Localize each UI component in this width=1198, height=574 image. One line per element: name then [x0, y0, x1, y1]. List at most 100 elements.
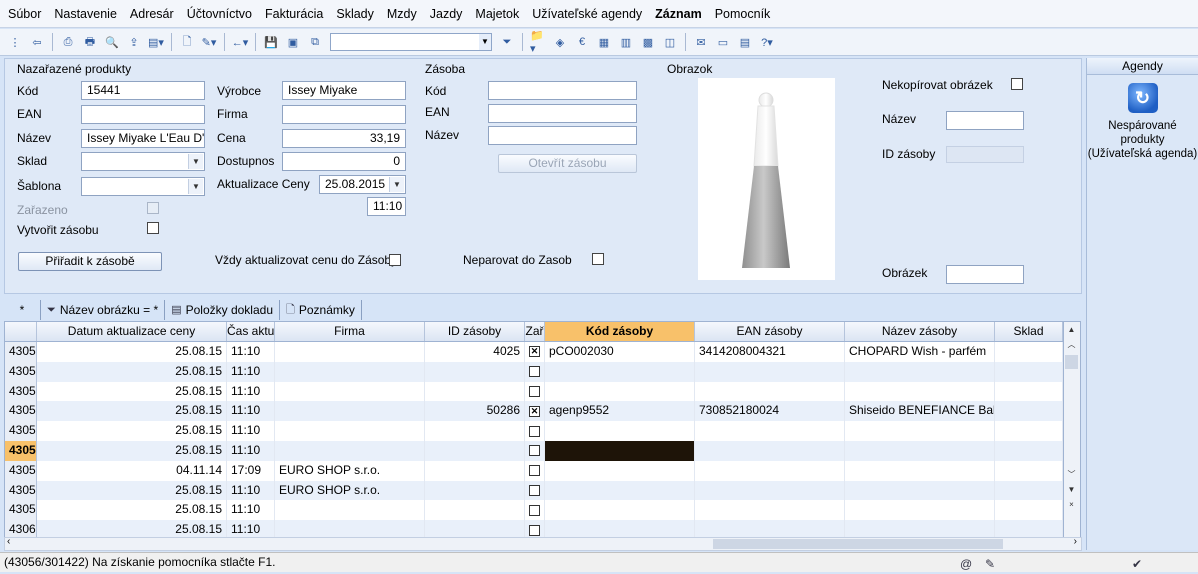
message-icon[interactable]: ✉: [693, 34, 709, 50]
table-row[interactable]: 4305625.08.1511:10: [5, 440, 1063, 461]
export-icon[interactable]: ⇪: [126, 34, 142, 50]
row-id-cell[interactable]: 43056: [5, 440, 37, 461]
money-icon[interactable]: ◈: [552, 34, 568, 50]
menu-sklady[interactable]: Sklady: [336, 7, 374, 21]
kod-zasoby-cell[interactable]: [545, 500, 695, 521]
notes-icon[interactable]: ▤: [737, 34, 753, 50]
nazev-zasoby-cell[interactable]: Shiseido BENEFIANCE Bal: [845, 401, 995, 422]
row-id-cell[interactable]: 43058: [5, 480, 37, 501]
zarazeno-cell[interactable]: [525, 381, 545, 402]
nazev-zasoby-cell[interactable]: [845, 361, 995, 382]
nazev-zasoby-cell[interactable]: [845, 440, 995, 461]
cash-register-icon[interactable]: ▩: [640, 34, 656, 50]
menu-subor[interactable]: Súbor: [8, 7, 41, 21]
chevron-down-icon[interactable]: ▼: [188, 179, 203, 194]
nazev-obrazku-field[interactable]: [946, 111, 1024, 130]
vertical-scrollbar[interactable]: ▲ ︿ ﹀ ▼ ×: [1064, 321, 1081, 538]
scroll-close-icon[interactable]: ×: [1064, 497, 1079, 512]
date-cell[interactable]: 25.08.15: [37, 401, 227, 422]
table-row[interactable]: 4305704.11.1417:09EURO SHOP s.r.o.: [5, 460, 1063, 481]
date-cell[interactable]: 25.08.15: [37, 480, 227, 501]
row-id-cell[interactable]: 43054: [5, 401, 37, 422]
zasoba-kod-field[interactable]: [488, 81, 637, 100]
chevron-down-icon[interactable]: ▼: [188, 154, 203, 169]
tab-document-items[interactable]: ▤ Položky dokladu: [165, 300, 280, 320]
help-pointer-icon[interactable]: ?▾: [759, 34, 775, 50]
kod-zasoby-cell[interactable]: [545, 361, 695, 382]
table-row[interactable]: 4305525.08.1511:10: [5, 421, 1063, 441]
id-zasoby-cell[interactable]: [425, 421, 525, 441]
always-update-checkbox[interactable]: [389, 254, 401, 266]
window-icon[interactable]: ▭: [715, 34, 731, 50]
open-stock-button[interactable]: Otevřít zásobu: [498, 154, 637, 173]
ean-zasoby-cell[interactable]: [695, 440, 845, 461]
table-row[interactable]: 4306025.08.1511:10: [5, 520, 1063, 537]
save-as-icon[interactable]: ▣: [285, 34, 301, 50]
scroll-thumb[interactable]: [1065, 355, 1078, 369]
col-rowid[interactable]: [5, 322, 37, 341]
menu-majetok[interactable]: Majetok: [475, 7, 519, 21]
edit-icon[interactable]: ✎▾: [201, 34, 217, 50]
zarazeno-checkbox[interactable]: [529, 425, 540, 437]
scroll-up-icon[interactable]: ︿: [1064, 337, 1079, 352]
zasoba-nazev-field[interactable]: [488, 126, 637, 145]
zarazeno-cell[interactable]: [525, 500, 545, 521]
ean-zasoby-cell[interactable]: 730852180024: [695, 401, 845, 422]
menu-nastavenie[interactable]: Nastavenie: [54, 7, 117, 21]
scroll-down-icon[interactable]: ﹀: [1064, 467, 1079, 482]
sklad-cell[interactable]: [995, 520, 1063, 537]
menu-pomocnik[interactable]: Pomocník: [715, 7, 771, 21]
print-preview-icon[interactable]: 🔍: [104, 34, 120, 50]
col-kod-zasoby[interactable]: Kód zásoby: [545, 322, 695, 341]
ean-field[interactable]: [81, 105, 205, 124]
time-cell[interactable]: 11:10: [227, 440, 275, 461]
kod-zasoby-cell[interactable]: [545, 480, 695, 501]
kod-zasoby-cell[interactable]: pCO002030: [545, 342, 695, 362]
nazev-zasoby-cell[interactable]: [845, 480, 995, 501]
firma-cell[interactable]: EURO SHOP s.r.o.: [275, 460, 425, 481]
iban-icon[interactable]: ◫: [662, 34, 678, 50]
table-row[interactable]: 4305825.08.1511:10EURO SHOP s.r.o.: [5, 480, 1063, 501]
zarazeno-checkbox[interactable]: ✕: [529, 346, 540, 358]
calendar-icon[interactable]: ▦: [596, 34, 612, 50]
nekopirovat-checkbox[interactable]: [1011, 78, 1023, 90]
kod-zasoby-cell[interactable]: [545, 460, 695, 481]
kod-zasoby-cell[interactable]: [545, 440, 695, 461]
col-zarazeno[interactable]: Zař: [525, 322, 545, 341]
nazev-zasoby-cell[interactable]: [845, 500, 995, 521]
ean-zasoby-cell[interactable]: [695, 381, 845, 402]
calculator-icon[interactable]: ▥: [618, 34, 634, 50]
row-id-cell[interactable]: 43057: [5, 460, 37, 481]
menu-uzivatelske-agendy[interactable]: Užívateľské agendy: [532, 7, 642, 21]
table-row[interactable]: 4305225.08.1511:10: [5, 361, 1063, 382]
firma-field[interactable]: [282, 105, 406, 124]
col-date[interactable]: Datum aktualizace ceny: [37, 322, 227, 341]
ean-zasoby-cell[interactable]: [695, 421, 845, 441]
id-zasoby-cell[interactable]: 4025: [425, 342, 525, 362]
row-id-cell[interactable]: 43059: [5, 500, 37, 521]
menu-adresar[interactable]: Adresár: [130, 7, 174, 21]
id-zasoby-cell[interactable]: [425, 440, 525, 461]
id-zasoby-cell[interactable]: 50286: [425, 401, 525, 422]
col-id-zasoby[interactable]: ID zásoby: [425, 322, 525, 341]
horizontal-scrollbar[interactable]: ‹ ›: [4, 536, 1082, 551]
menu-uctovnictvo[interactable]: Účtovníctvo: [187, 7, 252, 21]
folder-icon[interactable]: 📁▾: [530, 30, 546, 55]
sklad-cell[interactable]: [995, 500, 1063, 521]
kod-zasoby-cell[interactable]: [545, 520, 695, 537]
sklad-cell[interactable]: [995, 361, 1063, 382]
print-options-icon[interactable]: ▤▾: [148, 34, 164, 50]
aktualizace-date-picker[interactable]: 25.08.2015 ▼: [319, 175, 406, 194]
zarazeno-cell[interactable]: [525, 480, 545, 501]
id-zasoby-cell[interactable]: [425, 520, 525, 537]
zarazeno-checkbox[interactable]: [529, 445, 540, 457]
zarazeno-checkbox[interactable]: [529, 366, 540, 378]
tab-notes[interactable]: 🗋 Poznámky: [280, 300, 362, 320]
date-cell[interactable]: 25.08.15: [37, 381, 227, 402]
scroll-bottom-icon[interactable]: ▼: [1064, 482, 1079, 497]
col-ean-zasoby[interactable]: EAN zásoby: [695, 322, 845, 341]
zarazeno-checkbox[interactable]: [529, 484, 540, 496]
sklad-cell[interactable]: [995, 460, 1063, 481]
zasoba-ean-field[interactable]: [488, 104, 637, 123]
time-cell[interactable]: 11:10: [227, 520, 275, 537]
